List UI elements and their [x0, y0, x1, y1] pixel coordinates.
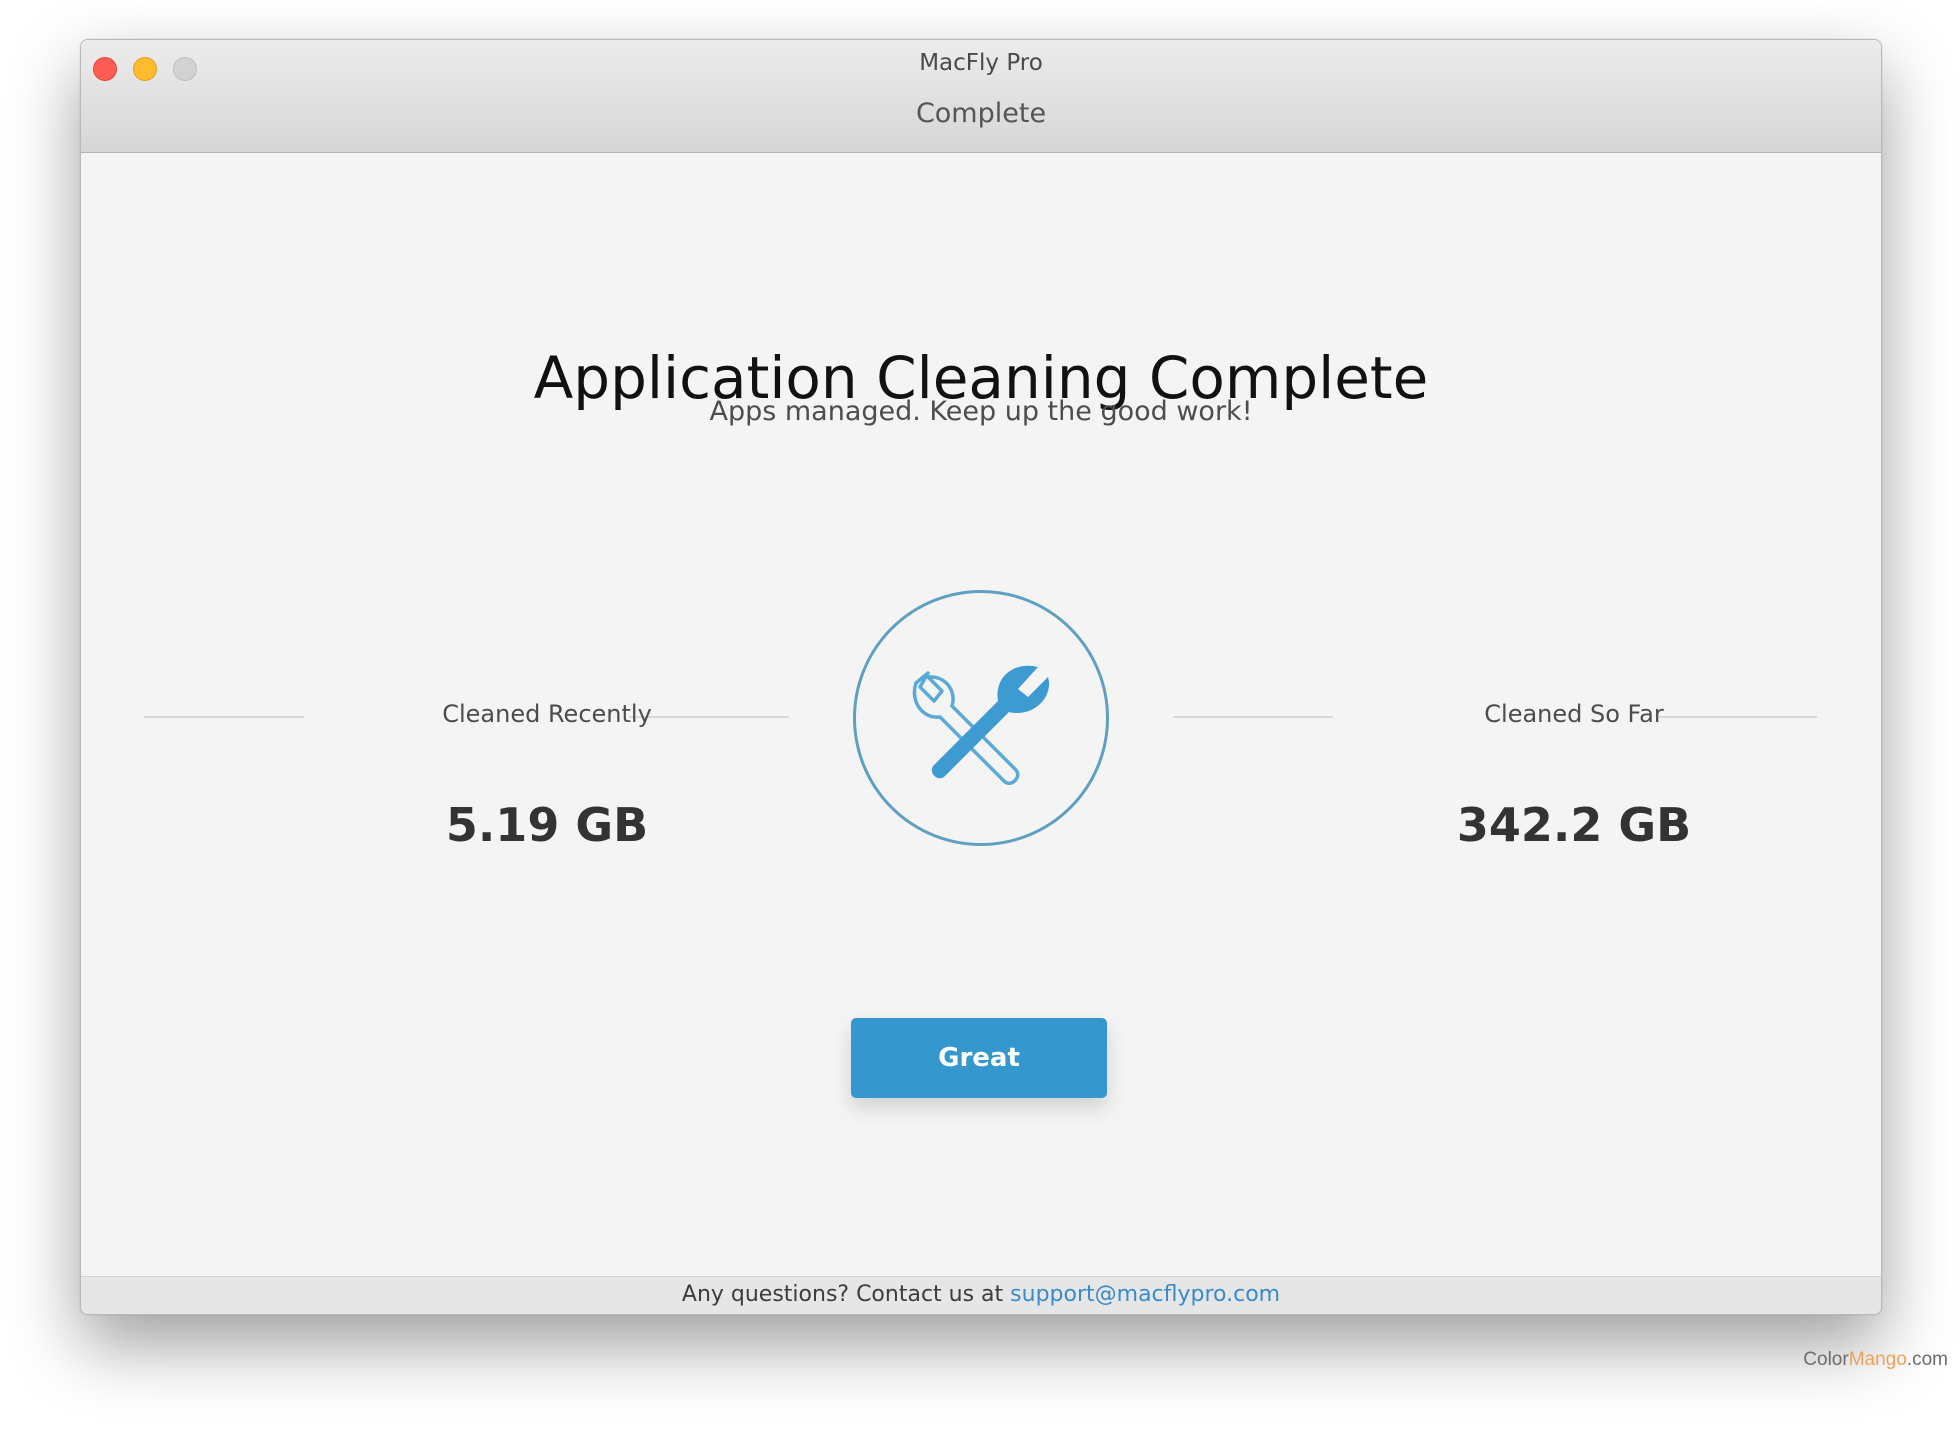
watermark-part-2: Mango [1848, 1349, 1907, 1370]
cleaned-so-far-value: 342.2 GB [1456, 798, 1692, 852]
cleaned-so-far-label: Cleaned So Far [1484, 700, 1664, 728]
page-subheading: Apps managed. Keep up the good work! [709, 396, 1253, 427]
watermark-part-1: Color [1803, 1349, 1849, 1370]
watermark-part-3: .com [1906, 1349, 1948, 1370]
left-outer-divider [144, 716, 304, 718]
tool-icon-circle [853, 590, 1109, 846]
great-button[interactable]: Great [851, 1018, 1107, 1098]
footer-text: Any questions? Contact us at [681, 1282, 1004, 1307]
footer: Any questions? Contact us at support@mac… [81, 1276, 1881, 1314]
watermark: ColorMango.com [1803, 1349, 1948, 1371]
cleaned-recently-value: 5.19 GB [445, 798, 649, 852]
title-bar[interactable]: MacFly Pro Complete [81, 40, 1881, 153]
wrench-screwdriver-icon [912, 665, 1050, 785]
screen-title: Complete [915, 98, 1047, 129]
app-window: MacFly Pro Complete Application Cleaning… [80, 39, 1882, 1315]
support-email-link[interactable]: support@macflypro.com [1010, 1282, 1280, 1307]
app-title: MacFly Pro [919, 50, 1043, 76]
cleaned-recently-label: Cleaned Recently [442, 700, 652, 728]
right-inner-divider [1173, 716, 1333, 718]
